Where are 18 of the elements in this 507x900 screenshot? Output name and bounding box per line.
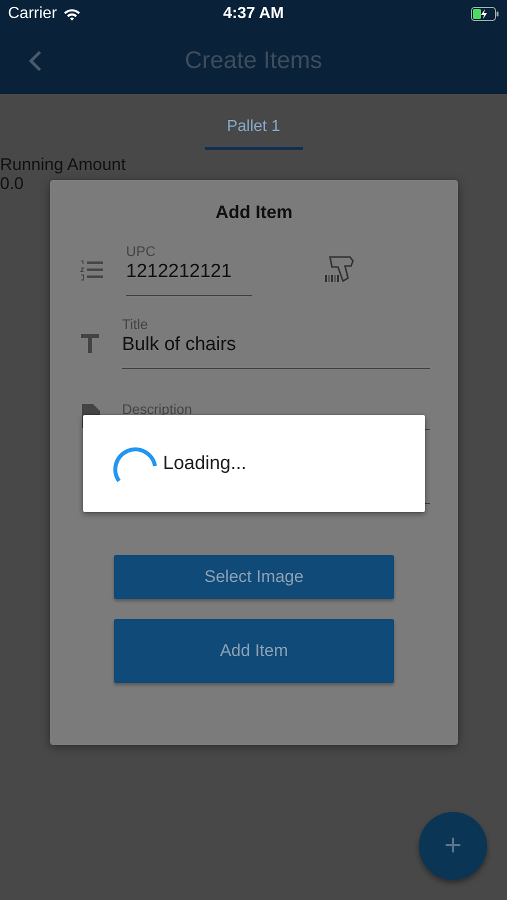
numbered-list-icon — [80, 258, 104, 280]
status-time: 4:37 AM — [223, 5, 284, 23]
text-field[interactable]: Title Bulk of chairs — [122, 316, 430, 369]
barcode-scanner-icon[interactable] — [324, 254, 356, 284]
add-button[interactable]: + — [419, 812, 487, 880]
loading-text: Loading... — [163, 452, 246, 474]
dialog-button[interactable]: Add Item — [114, 619, 394, 683]
wifi-icon — [62, 8, 81, 20]
dialog-button[interactable]: Select Image — [114, 555, 394, 599]
carrier-name: Carrier — [8, 5, 57, 23]
text-field[interactable]: UPC 1212212121 — [126, 243, 252, 296]
battery-icon — [470, 7, 499, 21]
tab[interactable]: Pallet 1 — [204, 106, 302, 150]
running-amount-value: 0.0 — [0, 174, 25, 194]
back-icon[interactable] — [28, 50, 42, 72]
running-amount-label: Running Amount — [0, 156, 127, 175]
dialog-title: Add Item — [214, 202, 294, 223]
text-icon — [80, 332, 100, 352]
